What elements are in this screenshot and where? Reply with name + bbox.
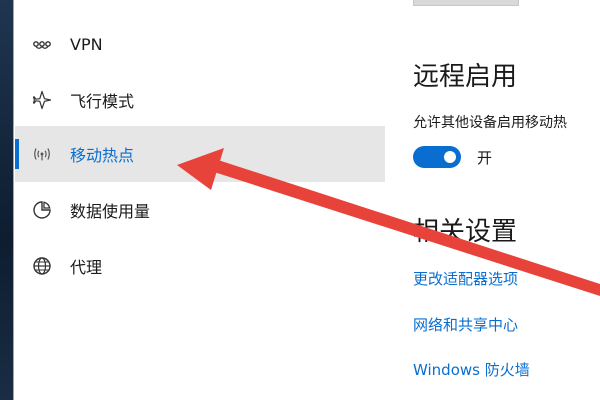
- sidebar-item-vpn[interactable]: VPN: [15, 16, 385, 72]
- globe-icon: [32, 256, 52, 276]
- sidebar-item-label: 数据使用量: [70, 202, 151, 221]
- windows-firewall-link[interactable]: Windows 防火墙: [413, 359, 530, 380]
- sidebar-item-label: 移动热点: [70, 146, 135, 165]
- data-usage-icon: [32, 200, 52, 220]
- sidebar-item-airplane-mode[interactable]: 飞行模式: [15, 72, 385, 128]
- toggle-knob: [444, 151, 456, 163]
- remote-enable-toggle[interactable]: [413, 146, 461, 168]
- desktop-edge: [0, 0, 14, 400]
- change-adapter-options-link[interactable]: 更改适配器选项: [413, 268, 518, 289]
- airplane-icon: [32, 90, 52, 110]
- sidebar-item-data-usage[interactable]: 数据使用量: [15, 182, 385, 238]
- remote-enable-description: 允许其他设备启用移动热: [413, 115, 567, 131]
- remote-enable-heading: 远程启用: [413, 62, 518, 92]
- settings-content: 远程启用 允许其他设备启用移动热 开 相关设置 更改适配器选项 网络和共享中心 …: [385, 0, 600, 400]
- top-control[interactable]: [413, 0, 519, 6]
- toggle-state-label: 开: [477, 149, 493, 167]
- settings-sidebar: VPN 飞行模式 移动热点 数据使用量 代理: [15, 0, 385, 400]
- sidebar-item-proxy[interactable]: 代理: [15, 238, 385, 294]
- network-sharing-center-link[interactable]: 网络和共享中心: [413, 314, 518, 335]
- vpn-icon: [32, 34, 52, 54]
- sidebar-item-label: 代理: [70, 258, 103, 277]
- sidebar-item-mobile-hotspot[interactable]: 移动热点: [15, 126, 385, 182]
- hotspot-icon: [32, 144, 52, 164]
- sidebar-item-label: VPN: [70, 34, 103, 54]
- sidebar-item-label: 飞行模式: [70, 92, 135, 111]
- related-settings-heading: 相关设置: [413, 217, 518, 247]
